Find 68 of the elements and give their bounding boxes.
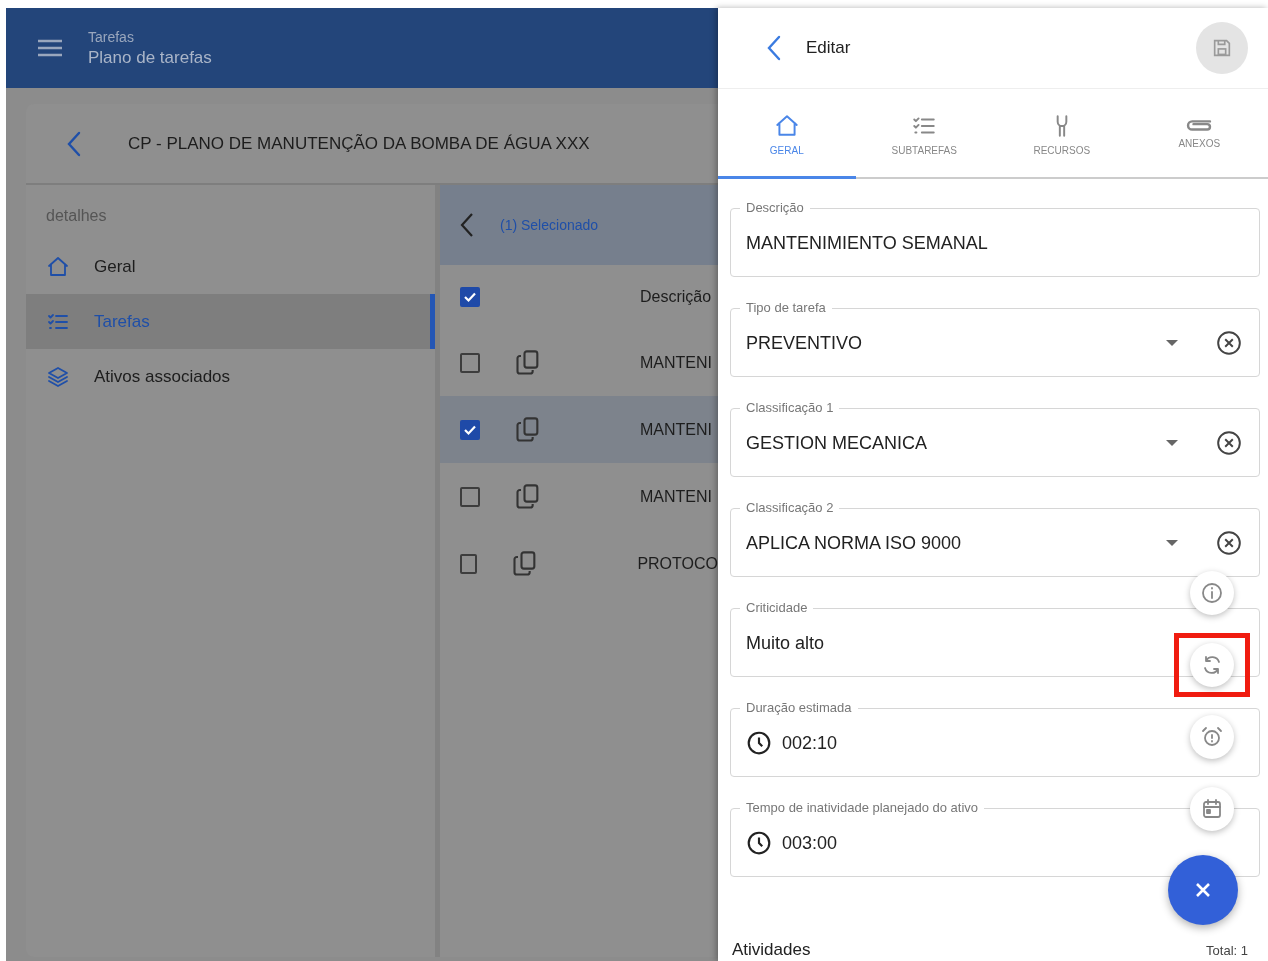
layers-icon [46, 364, 70, 389]
selection-count: (1) Selecionado [500, 217, 599, 233]
select-field[interactable]: Classificação 2 APLICA NORMA ISO 9000 [730, 499, 1260, 577]
field-value: MANTENIMIENTO SEMANAL [746, 232, 988, 254]
input-field[interactable]: Descrição MANTENIMIENTO SEMANAL [730, 199, 1260, 277]
alarm-clock-icon [1200, 725, 1224, 749]
close-button[interactable] [1168, 855, 1238, 925]
close-icon [1195, 882, 1211, 898]
sidebar-item[interactable]: Geral [26, 239, 435, 294]
clear-icon [1216, 330, 1242, 356]
tab[interactable]: RECURSOS [993, 89, 1131, 179]
menu-icon[interactable] [38, 39, 62, 57]
clear-button[interactable] [1216, 430, 1242, 456]
action-button[interactable] [1190, 571, 1234, 615]
calendar-icon [1200, 797, 1224, 821]
tab[interactable]: GERAL [718, 89, 856, 179]
table-cell: MANTENI [640, 420, 712, 439]
tab[interactable]: ANEXOS [1130, 89, 1268, 179]
dropdown-caret-icon[interactable] [1166, 540, 1178, 546]
column-header: Descrição [640, 288, 712, 306]
checkbox[interactable] [460, 553, 478, 574]
field-value: Muito alto [746, 632, 825, 654]
input-field[interactable]: Criticidade Muito alto [730, 599, 1260, 677]
dropdown-caret-icon[interactable] [1166, 340, 1178, 346]
section-label: Atividades [732, 940, 812, 960]
back-icon[interactable] [66, 130, 82, 157]
table-cell: MANTENI [640, 487, 712, 506]
save-icon [1211, 37, 1233, 59]
select-field[interactable]: Tipo de tarefa PREVENTIVO [730, 299, 1260, 377]
clear-icon [1216, 530, 1242, 556]
action-button[interactable] [1190, 715, 1234, 759]
plan-title: CP - PLANO DE MANUTENÇÃO DA BOMBA DE ÁGUA XXX [128, 133, 590, 154]
total-count: Total: 1 [1206, 942, 1248, 958]
checkbox[interactable] [460, 352, 480, 373]
section-label: Tarefas [88, 28, 135, 45]
action-button[interactable] [1190, 787, 1234, 831]
clear-button[interactable] [1216, 330, 1242, 356]
page-title: Plano de tarefas [88, 47, 212, 68]
action-button[interactable] [1174, 633, 1250, 697]
tab[interactable]: SUBTAREFAS [855, 89, 993, 179]
sidebar-heading: detalhes [45, 206, 108, 226]
checkbox[interactable] [460, 419, 480, 440]
home-icon [46, 254, 70, 279]
home-icon [773, 112, 800, 139]
field-value: 003:00 [782, 832, 838, 854]
sidebar-item[interactable]: Ativos associados [26, 349, 435, 404]
checkbox[interactable] [460, 486, 480, 507]
field-value: APLICA NORMA ISO 9000 [746, 532, 962, 554]
clear-button[interactable] [1216, 530, 1242, 556]
field-value: PREVENTIVO [746, 332, 863, 354]
input-field[interactable]: Tempo de inatividade planejado do ativo 003:00 [730, 799, 1260, 877]
clock-icon [746, 830, 772, 856]
editor-title: Editar [806, 38, 852, 58]
back-icon[interactable] [766, 35, 782, 61]
table-cell: PROTOCO [637, 554, 718, 573]
table-cell: MANTENI [640, 353, 712, 372]
paperclip-icon [1186, 119, 1213, 132]
save-button[interactable] [1196, 22, 1248, 74]
select-field[interactable]: Classificação 1 GESTION MECANICA [730, 399, 1260, 477]
clear-icon [1216, 430, 1242, 456]
field-value: GESTION MECANICA [746, 432, 928, 454]
clock-icon [746, 730, 772, 756]
info-icon [1200, 581, 1224, 605]
field-value: 002:10 [782, 732, 838, 754]
checkbox[interactable] [460, 287, 480, 307]
dropdown-caret-icon[interactable] [1166, 440, 1178, 446]
back-icon[interactable] [460, 212, 474, 238]
input-field[interactable]: Duração estimada 002:10 [730, 699, 1260, 777]
